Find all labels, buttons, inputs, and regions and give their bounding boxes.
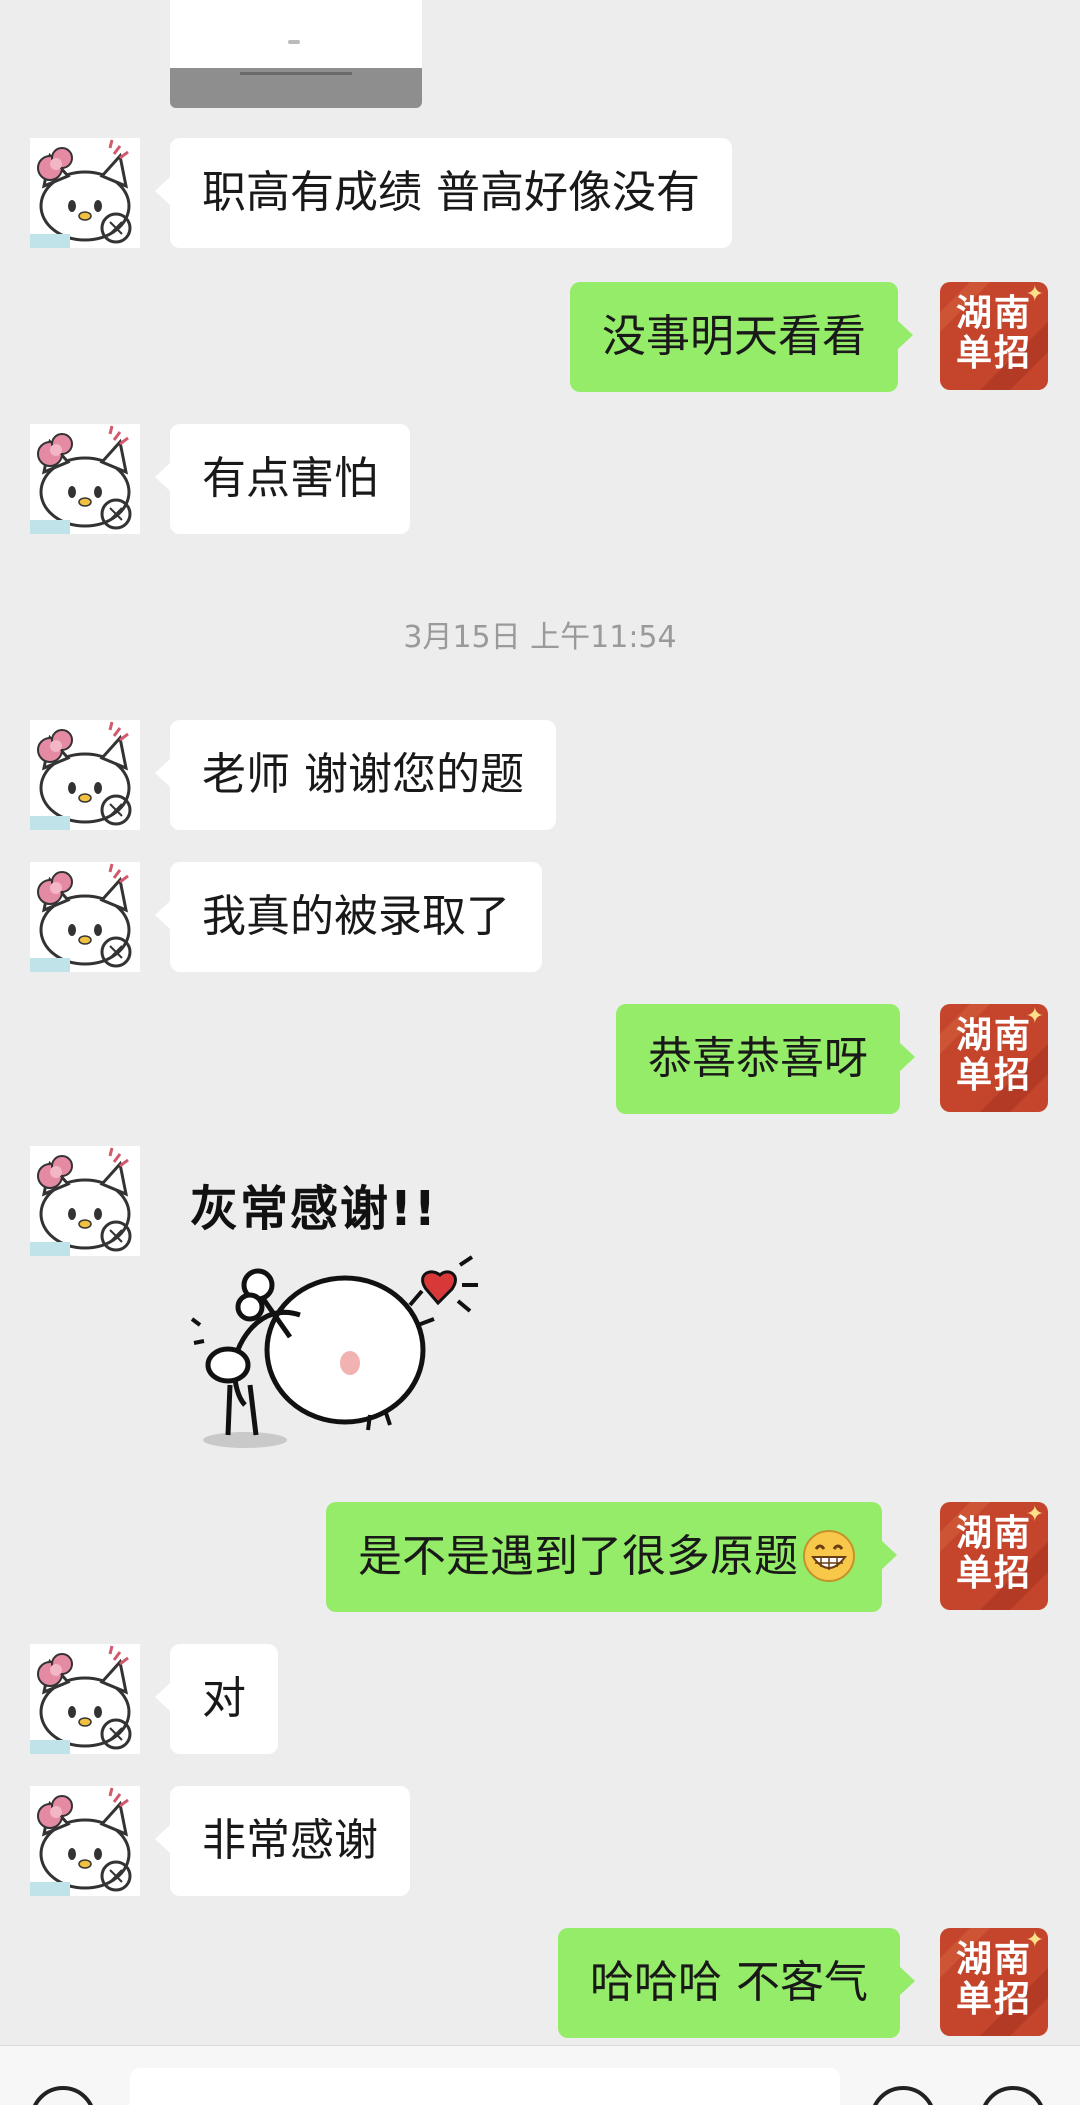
brand-line2: 单招 [955, 1979, 1032, 2020]
message-received[interactable]: 非常感谢 [155, 1786, 410, 1896]
hello-kitty-avatar-icon [30, 862, 140, 972]
chat-area[interactable]: 职高有成绩 普高好像没有 没事明天看看 湖南 单招 ✦ 有点害怕 3月15日 上… [0, 0, 1080, 2045]
image-bottom-bar [170, 68, 422, 108]
grinning-face-icon [803, 1530, 855, 1582]
sparkle-icon: ✦ [1025, 1004, 1044, 1029]
brand-avatar[interactable]: 湖南 单招 ✦ [940, 1004, 1048, 1112]
brand-line2: 单招 [955, 1055, 1032, 1096]
image-detail [288, 40, 300, 44]
contact-avatar[interactable] [30, 424, 140, 534]
plus-icon[interactable] [980, 2086, 1046, 2105]
message-sent[interactable]: 恭喜恭喜呀 [616, 1004, 915, 1114]
sticker-message[interactable]: 灰常感谢!! [190, 1165, 500, 1455]
hello-kitty-avatar-icon [30, 1786, 140, 1896]
message-received[interactable]: 职高有成绩 普高好像没有 [155, 138, 732, 248]
contact-avatar[interactable] [30, 862, 140, 972]
message-sent[interactable]: 没事明天看看 [570, 282, 913, 392]
brand-line2: 单招 [955, 333, 1032, 374]
hello-kitty-avatar-icon [30, 138, 140, 248]
message-sent[interactable]: 哈哈哈 不客气 [558, 1928, 915, 2038]
sparkle-icon: ✦ [1025, 282, 1044, 307]
hello-kitty-avatar-icon [30, 1644, 140, 1754]
message-input[interactable] [130, 2068, 840, 2105]
timestamp: 3月15日 上午11:54 [403, 620, 677, 655]
contact-avatar[interactable] [30, 1786, 140, 1896]
smile-icon[interactable] [870, 2086, 936, 2105]
input-bar [0, 2045, 1080, 2105]
hello-kitty-avatar-icon [30, 1146, 140, 1256]
brand-line2: 单招 [955, 1553, 1032, 1594]
contact-avatar[interactable] [30, 138, 140, 248]
contact-avatar[interactable] [30, 720, 140, 830]
sparkle-icon: ✦ [1025, 1502, 1044, 1527]
message-received[interactable]: 我真的被录取了 [155, 862, 542, 972]
contact-avatar[interactable] [30, 1146, 140, 1256]
voice-icon[interactable] [30, 2086, 96, 2105]
message-sent[interactable]: 是不是遇到了很多原题 [326, 1502, 897, 1612]
image-message[interactable] [170, 0, 422, 108]
brand-avatar[interactable]: 湖南 单招 ✦ [940, 1502, 1048, 1610]
brand-avatar[interactable]: 湖南 单招 ✦ [940, 1928, 1048, 2036]
sparkle-icon: ✦ [1025, 1928, 1044, 1953]
message-received[interactable]: 有点害怕 [155, 424, 410, 534]
message-text: 是不是遇到了很多原题 [358, 1531, 798, 1582]
hello-kitty-avatar-icon [30, 720, 140, 830]
message-received[interactable]: 老师 谢谢您的题 [155, 720, 556, 830]
hello-kitty-avatar-icon [30, 424, 140, 534]
sticker-caption: 灰常感谢!! [190, 1181, 438, 1237]
message-received[interactable]: 对 [155, 1644, 278, 1754]
bowing-character-sticker-icon [190, 1255, 478, 1448]
brand-avatar[interactable]: 湖南 单招 ✦ [940, 282, 1048, 390]
contact-avatar[interactable] [30, 1644, 140, 1754]
